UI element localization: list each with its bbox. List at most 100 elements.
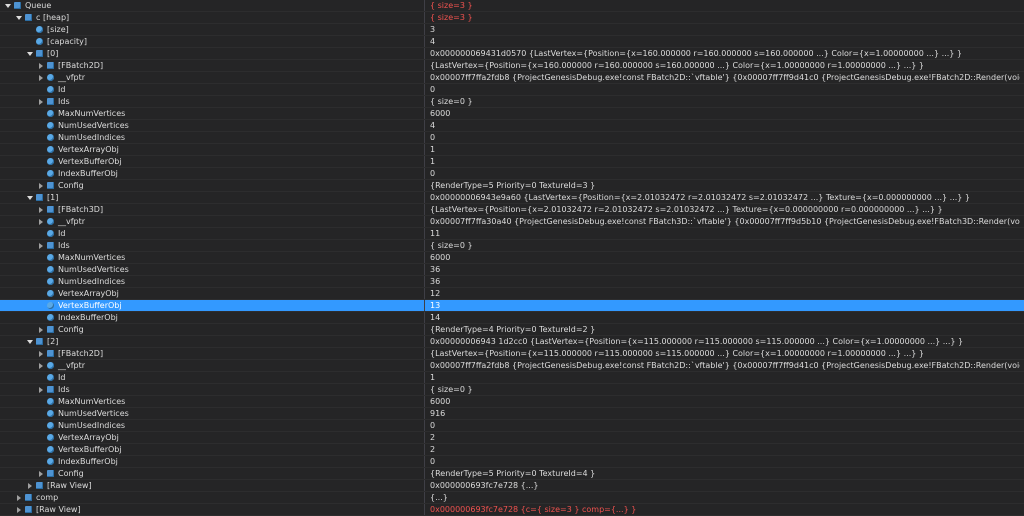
watch-value[interactable]: 6000 <box>430 252 1020 263</box>
watch-row[interactable]: IndexBufferObj 0 <box>0 168 1024 180</box>
watch-row[interactable]: __vfptr 0x00007ff7ffa2fdb8 {ProjectGenesi… <box>0 360 1024 372</box>
watch-value[interactable]: 0x000000069431d0570 {LastVertex={Positio… <box>430 48 1020 59</box>
watch-row[interactable]: Config {RenderType=5 Priority=0 TextureId… <box>0 468 1024 480</box>
expand-arrow-icon[interactable] <box>37 240 45 251</box>
watch-value[interactable]: 1 <box>430 156 1020 167</box>
watch-value[interactable]: { size=3 } <box>430 0 1020 11</box>
watch-row[interactable]: [capacity] 4 <box>0 36 1024 48</box>
column-divider[interactable] <box>424 492 425 503</box>
watch-row[interactable]: [FBatch2D] {LastVertex={Position={x=160.0… <box>0 60 1024 72</box>
watch-row[interactable]: [1] 0x00000006943e9a60 {LastVertex={Posit… <box>0 192 1024 204</box>
column-divider[interactable] <box>424 180 425 191</box>
watch-row[interactable]: IndexBufferObj 0 <box>0 456 1024 468</box>
column-divider[interactable] <box>424 408 425 419</box>
expand-arrow-icon[interactable] <box>15 492 23 503</box>
watch-row[interactable]: VertexBufferObj 13 <box>0 300 1024 312</box>
column-divider[interactable] <box>424 300 425 311</box>
watch-value[interactable]: {LastVertex={Position={x=115.000000 r=11… <box>430 348 1020 359</box>
watch-row[interactable]: NumUsedIndices 36 <box>0 276 1024 288</box>
watch-value[interactable]: 0x000000693fc7e728 {c={ size=3 } comp={.… <box>430 504 1020 515</box>
watch-row[interactable]: Id 1 <box>0 372 1024 384</box>
column-divider[interactable] <box>424 264 425 275</box>
watch-row[interactable]: NumUsedIndices 0 <box>0 420 1024 432</box>
watch-row[interactable]: MaxNumVertices 6000 <box>0 108 1024 120</box>
watch-row[interactable]: VertexArrayObj 12 <box>0 288 1024 300</box>
watch-row[interactable]: [FBatch2D] {LastVertex={Position={x=115.0… <box>0 348 1024 360</box>
column-divider[interactable] <box>424 228 425 239</box>
column-divider[interactable] <box>424 480 425 491</box>
watch-value[interactable]: 1 <box>430 144 1020 155</box>
column-divider[interactable] <box>424 360 425 371</box>
watch-row[interactable]: [Raw View] 0x000000693fc7e728 {...} <box>0 480 1024 492</box>
watch-value[interactable]: 1 <box>430 372 1020 383</box>
collapse-arrow-icon[interactable] <box>15 12 23 23</box>
expand-arrow-icon[interactable] <box>37 360 45 371</box>
watch-value[interactable]: 4 <box>430 36 1020 47</box>
watch-row[interactable]: [2] 0x00000006943 1d2cc0 {LastVertex={Pos… <box>0 336 1024 348</box>
column-divider[interactable] <box>424 204 425 215</box>
watch-value[interactable]: 0x00000006943e9a60 {LastVertex={Position… <box>430 192 1020 203</box>
watch-value[interactable]: 0x00007ff7ffa30a40 {ProjectGenesisDebug.… <box>430 216 1020 227</box>
watch-value[interactable]: { size=0 } <box>430 384 1020 395</box>
column-divider[interactable] <box>424 276 425 287</box>
collapse-arrow-icon[interactable] <box>26 336 34 347</box>
watch-value[interactable]: 0 <box>430 420 1020 431</box>
watch-value[interactable]: {...} <box>430 492 1020 503</box>
column-divider[interactable] <box>424 336 425 347</box>
watch-row[interactable]: VertexArrayObj 1 <box>0 144 1024 156</box>
watch-row[interactable]: [FBatch3D] {LastVertex={Position={x=2.010… <box>0 204 1024 216</box>
watch-value[interactable]: 36 <box>430 276 1020 287</box>
watch-value[interactable]: {LastVertex={Position={x=2.01032472 r=2.… <box>430 204 1020 215</box>
watch-row[interactable]: VertexBufferObj 1 <box>0 156 1024 168</box>
expand-arrow-icon[interactable] <box>37 324 45 335</box>
collapse-arrow-icon[interactable] <box>26 48 34 59</box>
watch-row[interactable]: [Raw View] 0x000000693fc7e728 {c={ size=3… <box>0 504 1024 516</box>
watch-value[interactable]: 0 <box>430 84 1020 95</box>
column-divider[interactable] <box>424 144 425 155</box>
column-divider[interactable] <box>424 312 425 323</box>
column-divider[interactable] <box>424 96 425 107</box>
expand-arrow-icon[interactable] <box>37 180 45 191</box>
watch-value[interactable]: { size=3 } <box>430 12 1020 23</box>
watch-value[interactable]: 3 <box>430 24 1020 35</box>
column-divider[interactable] <box>424 384 425 395</box>
watch-row[interactable]: Queue { size=3 } <box>0 0 1024 12</box>
watch-row[interactable]: MaxNumVertices 6000 <box>0 252 1024 264</box>
column-divider[interactable] <box>424 0 425 11</box>
watch-row[interactable]: Id 11 <box>0 228 1024 240</box>
column-divider[interactable] <box>424 24 425 35</box>
watch-value[interactable]: 0x00000006943 1d2cc0 {LastVertex={Positi… <box>430 336 1020 347</box>
watch-row[interactable]: Ids { size=0 } <box>0 96 1024 108</box>
expand-arrow-icon[interactable] <box>37 96 45 107</box>
column-divider[interactable] <box>424 168 425 179</box>
column-divider[interactable] <box>424 372 425 383</box>
column-divider[interactable] <box>424 420 425 431</box>
column-divider[interactable] <box>424 120 425 131</box>
expand-arrow-icon[interactable] <box>37 348 45 359</box>
column-divider[interactable] <box>424 444 425 455</box>
expand-arrow-icon[interactable] <box>15 504 23 515</box>
watch-row[interactable]: __vfptr 0x00007ff7ffa2fdb8 {ProjectGenesi… <box>0 72 1024 84</box>
watch-row[interactable]: NumUsedVertices 4 <box>0 120 1024 132</box>
watch-row[interactable]: NumUsedVertices 36 <box>0 264 1024 276</box>
watch-value[interactable]: {RenderType=5 Priority=0 TextureId=3 } <box>430 180 1020 191</box>
watch-value[interactable]: { size=0 } <box>430 240 1020 251</box>
watch-row[interactable]: MaxNumVertices 6000 <box>0 396 1024 408</box>
watch-row[interactable]: VertexBufferObj 2 <box>0 444 1024 456</box>
column-divider[interactable] <box>424 12 425 23</box>
watch-value[interactable]: 0x00007ff7ffa2fdb8 {ProjectGenesisDebug.… <box>430 360 1020 371</box>
column-divider[interactable] <box>424 108 425 119</box>
column-divider[interactable] <box>424 348 425 359</box>
watch-row[interactable]: [0] 0x000000069431d0570 {LastVertex={Posi… <box>0 48 1024 60</box>
column-divider[interactable] <box>424 432 425 443</box>
expand-arrow-icon[interactable] <box>37 384 45 395</box>
watch-row[interactable]: NumUsedIndices 0 <box>0 132 1024 144</box>
column-divider[interactable] <box>424 252 425 263</box>
column-divider[interactable] <box>424 468 425 479</box>
watch-value[interactable]: 0x00007ff7ffa2fdb8 {ProjectGenesisDebug.… <box>430 72 1020 83</box>
watch-row[interactable]: comp {...} <box>0 492 1024 504</box>
watch-row[interactable]: IndexBufferObj 14 <box>0 312 1024 324</box>
watch-row[interactable]: [size] 3 <box>0 24 1024 36</box>
watch-value[interactable]: {RenderType=5 Priority=0 TextureId=4 } <box>430 468 1020 479</box>
watch-value[interactable]: 36 <box>430 264 1020 275</box>
